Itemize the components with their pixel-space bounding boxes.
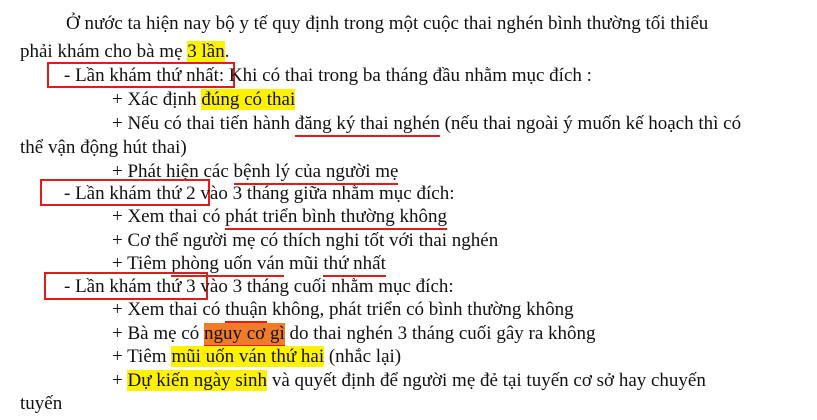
highlight-3-times: 3 lần [187,41,225,62]
visit-3-item-4: + Dự kiến ngày sinh và quyết định để ngư… [112,370,706,391]
visit-1-item-2-cont: thể vận động hút thai) [20,137,187,158]
visit-3-item-3: + Tiêm mũi uốn ván thứ hai (nhắc lại) [112,346,402,367]
visit-3-item-2: + Bà mẹ có nguy cơ gì do thai nghén 3 th… [112,323,596,347]
visit-3-item-4-cont: tuyến [20,393,63,414]
underline-normal-growth: phát triển bình thường không [225,206,448,230]
highlight-confirm-pregnancy: đúng có thai [201,89,296,110]
visit-3-title: - Lần khám thứ 3 [64,276,196,297]
visit-1-title: - Lần khám thứ nhất [64,65,219,86]
intro-line-2: phải khám cho bà mẹ 3 lần. [20,41,230,62]
underline-first-dose: thứ nhất [323,253,386,277]
visit-1-item-1: + Xác định đúng có thai [112,89,296,110]
highlight-second-dose: mũi uốn ván thứ hai [171,346,325,367]
underline-position: thuận [225,299,268,323]
visit-2-title: - Lần khám thứ 2 [64,183,196,204]
intro-line-1: Ở nước ta hiện nay bộ y tế quy định tron… [66,13,708,35]
underline-pathology: bệnh lý của người mẹ [233,161,399,185]
intro-text: Ở nước ta hiện nay bộ y tế quy định tron… [66,13,709,34]
underline-register: đăng ký thai nghén [294,113,440,137]
visit-3-heading: - Lần khám thứ 3 vào 3 tháng cuối nhằm m… [64,276,454,297]
highlight-risk: nguy cơ gì [203,323,285,347]
highlight-due-date: Dự kiến ngày sinh [127,370,268,391]
visit-2-item-2: + Cơ thể người mẹ có thích nghi tốt với … [112,230,499,251]
visit-1-heading: - Lần khám thứ nhất: Khi có thai trong b… [64,65,592,86]
visit-2-heading: - Lần khám thứ 2 vào 3 tháng giữa nhằm m… [64,183,455,204]
visit-2-item-1: + Xem thai có phát triển bình thường khô… [112,206,448,230]
visit-3-item-1: + Xem thai có thuận không, phát triển có… [112,299,574,323]
visit-1-item-2: + Nếu có thai tiến hành đăng ký thai ngh… [112,113,741,137]
